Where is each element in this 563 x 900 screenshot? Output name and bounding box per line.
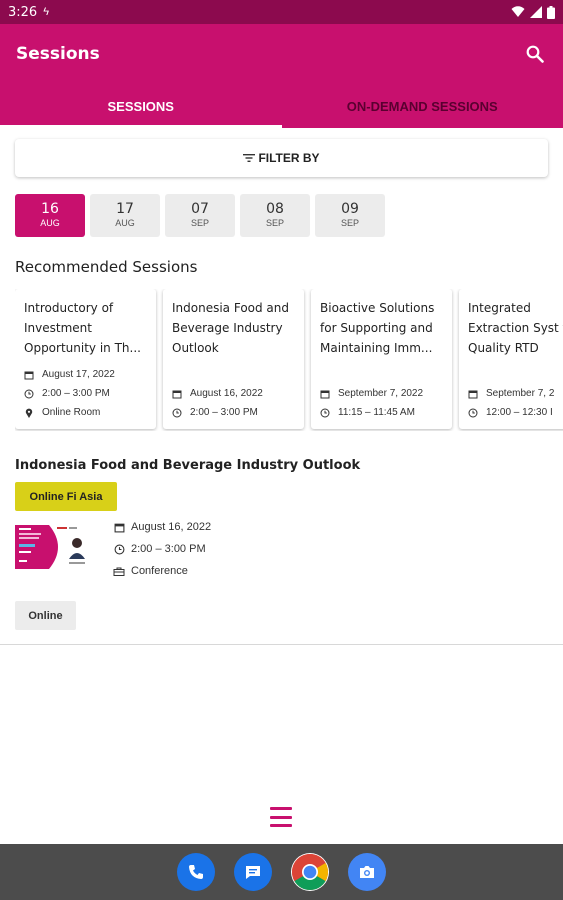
session-card-date-text: September 7, 2022: [338, 388, 424, 399]
filter-button[interactable]: FILTER BY: [15, 139, 548, 177]
session-card-location-text: Online Room: [42, 407, 101, 418]
signal-icon: [530, 6, 542, 18]
briefcase-icon: [113, 565, 125, 577]
menu-button[interactable]: [269, 804, 293, 830]
session-type-text: Conference: [131, 565, 188, 577]
date-month: SEP: [190, 218, 209, 228]
session-card[interactable]: Introductory of Investment Opportunity i…: [15, 289, 156, 429]
session-card-date: September 7, 2022: [320, 384, 423, 403]
location-pin-icon: [24, 408, 34, 418]
session-card-title: Indonesia Food and Beverage Industry Out…: [172, 301, 290, 355]
session-type: Conference: [113, 560, 211, 582]
date-chip-16-aug[interactable]: 16 AUG: [15, 194, 85, 237]
session-card-location: Online Room: [24, 403, 115, 422]
session-time: 2:00 – 3:00 PM: [113, 538, 211, 560]
session-card-time: 2:00 – 3:00 PM: [172, 403, 263, 422]
system-dock: [0, 844, 563, 900]
session-card-date-text: August 16, 2022: [190, 388, 263, 399]
date-chip-07-sep[interactable]: 07 SEP: [165, 194, 235, 237]
session-card-date-text: September 7, 2: [486, 388, 555, 399]
session-card-time: 2:00 – 3:00 PM: [24, 384, 115, 403]
date-day: 07: [191, 201, 209, 217]
session-card-time-text: 2:00 – 3:00 PM: [42, 388, 110, 399]
session-meta: August 16, 2022 2:00 – 3:00 PM Conferenc…: [113, 516, 211, 582]
clock-icon: [172, 408, 182, 418]
charging-icon: ϟ: [43, 6, 50, 18]
session-track-tag: Online Fi Asia: [15, 482, 117, 511]
messages-icon[interactable]: [234, 853, 272, 891]
chrome-icon[interactable]: [291, 853, 329, 891]
calendar-icon: [172, 389, 182, 399]
clock-icon: [24, 389, 34, 399]
date-day: 09: [341, 201, 359, 217]
session-card-date-text: August 17, 2022: [42, 369, 115, 380]
menu-icon-bar: [270, 815, 292, 819]
session-card-time: 12:00 – 12:30 I: [468, 403, 554, 422]
clock-icon: [468, 408, 478, 418]
calendar-icon: [320, 389, 330, 399]
calendar-icon: [113, 521, 125, 533]
phone-icon[interactable]: [177, 853, 215, 891]
recommended-sessions-carousel[interactable]: Introductory of Investment Opportunity i…: [15, 289, 563, 431]
session-card-time-text: 12:00 – 12:30 I: [486, 407, 553, 418]
date-month: SEP: [265, 218, 284, 228]
tab-bar: SESSIONS ON-DEMAND SESSIONS: [0, 84, 563, 128]
app-bar: Sessions: [0, 24, 563, 84]
tab-on-demand-sessions[interactable]: ON-DEMAND SESSIONS: [282, 84, 563, 128]
session-card-date: September 7, 2: [468, 384, 554, 403]
date-day: 08: [266, 201, 284, 217]
session-card[interactable]: Integrated Extraction Syst for Quality R…: [459, 289, 563, 429]
date-chip-09-sep[interactable]: 09 SEP: [315, 194, 385, 237]
menu-icon-bar: [270, 807, 292, 810]
recommended-sessions-heading: Recommended Sessions: [15, 258, 198, 276]
date-month: AUG: [40, 218, 60, 228]
session-card-title: Introductory of Investment Opportunity i…: [24, 301, 141, 355]
session-card-time-text: 2:00 – 3:00 PM: [190, 407, 258, 418]
date-day: 17: [116, 201, 134, 217]
session-title[interactable]: Indonesia Food and Beverage Industry Out…: [15, 458, 360, 473]
tab-sessions[interactable]: SESSIONS: [0, 84, 282, 128]
search-button[interactable]: [523, 42, 547, 66]
session-date: August 16, 2022: [113, 516, 211, 538]
session-date-text: August 16, 2022: [131, 521, 212, 533]
session-card-date: August 17, 2022: [24, 365, 115, 384]
wifi-icon: [511, 6, 525, 17]
session-thumbnail[interactable]: [15, 522, 97, 572]
date-chip-08-sep[interactable]: 08 SEP: [240, 194, 310, 237]
date-selector: 16 AUG 17 AUG 07 SEP 08 SEP 09 SEP: [15, 194, 385, 237]
menu-icon-bar: [270, 824, 292, 827]
camera-icon[interactable]: [348, 853, 386, 891]
divider: [0, 644, 563, 645]
status-time: 3:26: [8, 4, 38, 20]
filter-icon: [243, 154, 256, 162]
session-card-title: Integrated Extraction Syst for Quality R…: [468, 301, 563, 355]
session-card[interactable]: Indonesia Food and Beverage Industry Out…: [163, 289, 304, 429]
session-card[interactable]: Bioactive Solutions for Supporting and M…: [311, 289, 452, 429]
date-chip-17-aug[interactable]: 17 AUG: [90, 194, 160, 237]
session-format-chip: Online: [15, 601, 76, 630]
filter-label: FILTER BY: [258, 151, 320, 165]
session-time-text: 2:00 – 3:00 PM: [131, 543, 206, 555]
page-title: Sessions: [16, 44, 100, 64]
search-icon: [526, 45, 544, 63]
clock-icon: [320, 408, 330, 418]
status-bar: 3:26 ϟ: [0, 0, 563, 24]
session-card-date: August 16, 2022: [172, 384, 263, 403]
date-day: 16: [41, 201, 59, 217]
session-card-time: 11:15 – 11:45 AM: [320, 403, 423, 422]
calendar-icon: [24, 370, 34, 380]
battery-icon: [547, 5, 555, 19]
date-month: AUG: [115, 218, 135, 228]
session-card-title: Bioactive Solutions for Supporting and M…: [320, 301, 435, 355]
session-card-time-text: 11:15 – 11:45 AM: [338, 407, 415, 418]
clock-icon: [113, 543, 125, 555]
calendar-icon: [468, 389, 478, 399]
date-month: SEP: [340, 218, 359, 228]
